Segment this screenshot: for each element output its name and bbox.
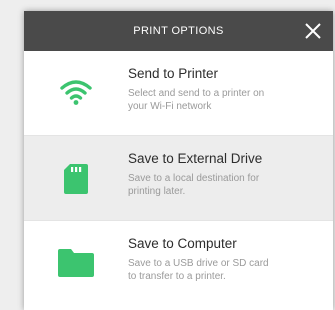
close-icon[interactable] bbox=[301, 19, 325, 43]
print-options-dialog: PRINT OPTIONS Send to Printer Select and… bbox=[24, 11, 333, 310]
save-to-external-drive-option[interactable]: Save to External Drive Save to a local d… bbox=[24, 136, 333, 221]
dialog-header: PRINT OPTIONS bbox=[24, 11, 333, 51]
folder-icon bbox=[58, 249, 94, 277]
option-title: Save to Computer bbox=[128, 236, 237, 251]
dialog-title: PRINT OPTIONS bbox=[133, 25, 224, 37]
wifi-icon bbox=[60, 80, 92, 105]
option-title: Save to External Drive bbox=[128, 151, 263, 166]
option-description: Select and send to a printer on your Wi-… bbox=[128, 88, 265, 112]
option-title: Send to Printer bbox=[128, 66, 219, 81]
send-to-printer-option[interactable]: Send to Printer Select and send to a pri… bbox=[24, 51, 333, 136]
option-description: Save to a local destination for printing… bbox=[128, 173, 260, 197]
option-description: Save to a USB drive or SD card to transf… bbox=[128, 258, 269, 282]
save-to-computer-option[interactable]: Save to Computer Save to a USB drive or … bbox=[24, 221, 333, 305]
sd-card-icon bbox=[64, 164, 88, 194]
